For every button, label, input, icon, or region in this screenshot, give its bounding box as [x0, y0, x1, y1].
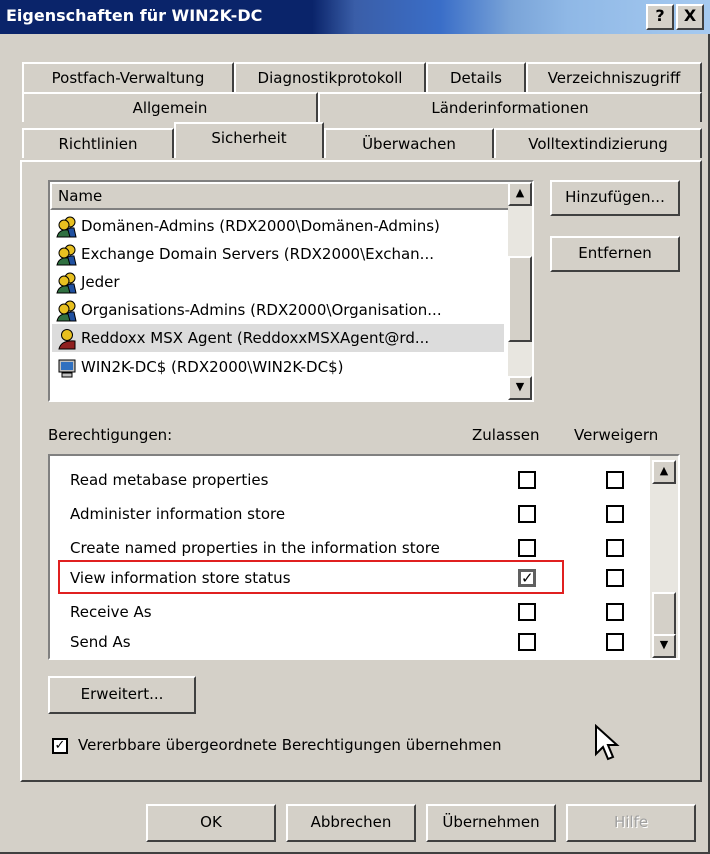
tab-diagnostikprotokoll[interactable]: Diagnostikprotokoll: [234, 62, 426, 92]
tab-allgemein[interactable]: Allgemein: [22, 92, 318, 122]
permission-row: Send As: [70, 630, 131, 654]
permission-label: Create named properties in the informati…: [70, 539, 440, 557]
scrollbar-thumb[interactable]: [652, 592, 676, 636]
permissions-label: Berechtigungen:: [48, 426, 173, 444]
allow-checkbox[interactable]: [518, 471, 536, 489]
tab-postfach-verwaltung[interactable]: Postfach-Verwaltung: [22, 62, 234, 92]
deny-checkbox[interactable]: [606, 539, 624, 557]
mouse-cursor-icon: [595, 724, 620, 761]
list-item[interactable]: Organisations-Admins (RDX2000\Organisati…: [56, 296, 442, 324]
permission-row: Receive As: [70, 600, 152, 624]
permission-label: Send As: [70, 633, 131, 651]
user-icon: [58, 328, 76, 349]
deny-checkbox[interactable]: [606, 633, 624, 651]
deny-checkbox[interactable]: [606, 603, 624, 621]
permission-label: Read metabase properties: [70, 471, 269, 489]
help-title-button[interactable]: ?: [646, 4, 674, 30]
remove-button[interactable]: Entfernen: [550, 236, 680, 272]
apply-button[interactable]: Übernehmen: [426, 804, 556, 842]
close-title-button[interactable]: X: [676, 4, 704, 30]
user-list[interactable]: Name Domänen-Admins (RDX2000\Domänen-Adm…: [48, 180, 534, 402]
permissions-scrollbar[interactable]: ▲ ▼: [650, 456, 678, 658]
scrollbar-thumb[interactable]: [508, 256, 532, 342]
scroll-up-icon[interactable]: ▲: [652, 460, 676, 484]
computer-icon: [58, 359, 76, 377]
deny-checkbox[interactable]: [606, 471, 624, 489]
tab-sicherheit[interactable]: Sicherheit: [174, 122, 324, 158]
permission-label: Administer information store: [70, 505, 286, 523]
user-group-icon: [56, 272, 77, 293]
allow-checkbox[interactable]: [518, 539, 536, 557]
window-title: Eigenschaften für WIN2K-DC: [6, 6, 263, 25]
tab-volltextindizierung[interactable]: Volltextindizierung: [494, 128, 702, 158]
tab-verzeichniszugriff[interactable]: Verzeichniszugriff: [526, 62, 702, 92]
tab-laenderinformationen[interactable]: Länderinformationen: [318, 92, 702, 122]
cancel-button[interactable]: Abbrechen: [286, 804, 416, 842]
inherit-label: Vererbbare übergeordnete Berechtigungen …: [78, 736, 502, 754]
name-column-header[interactable]: Name: [50, 182, 510, 210]
list-item-label: Reddoxx MSX Agent (ReddoxxMSXAgent@rd...: [81, 329, 430, 347]
allow-column-label: Zulassen: [472, 426, 540, 444]
user-list-scrollbar[interactable]: ▲ ▼: [508, 182, 532, 400]
list-item-label: Organisations-Admins (RDX2000\Organisati…: [81, 301, 442, 319]
ok-button[interactable]: OK: [146, 804, 276, 842]
tab-ueberwachen[interactable]: Überwachen: [324, 128, 494, 158]
list-item-label: Exchange Domain Servers (RDX2000\Exchan.…: [81, 245, 434, 263]
add-button[interactable]: Hinzufügen...: [550, 180, 680, 216]
permissions-list[interactable]: Read metabase properties Administer info…: [48, 454, 680, 660]
list-item[interactable]: Jeder: [56, 268, 120, 296]
list-item-label: Jeder: [81, 273, 120, 291]
list-item[interactable]: WIN2K-DC$ (RDX2000\WIN2K-DC$): [56, 356, 343, 378]
permission-row: Create named properties in the informati…: [70, 536, 440, 560]
user-group-icon: [56, 300, 77, 321]
permission-label: Receive As: [70, 603, 152, 621]
help-button[interactable]: Hilfe: [566, 804, 696, 842]
properties-dialog: Eigenschaften für WIN2K-DC ? X Postfach-…: [0, 0, 710, 854]
allow-checkbox[interactable]: [518, 633, 536, 651]
permission-row: Administer information store: [70, 502, 285, 526]
list-item-label: Domänen-Admins (RDX2000\Domänen-Admins): [81, 217, 440, 235]
permission-row: Read metabase properties: [70, 468, 268, 492]
scroll-up-icon[interactable]: ▲: [508, 182, 532, 206]
list-item-label: WIN2K-DC$ (RDX2000\WIN2K-DC$): [81, 358, 344, 376]
allow-checkbox[interactable]: [518, 603, 536, 621]
highlight-box: [58, 560, 564, 594]
user-group-icon: [56, 216, 77, 237]
user-group-icon: [56, 244, 77, 265]
tab-details[interactable]: Details: [426, 62, 526, 92]
list-item-selected[interactable]: Reddoxx MSX Agent (ReddoxxMSXAgent@rd...: [52, 324, 504, 352]
scroll-down-icon[interactable]: ▼: [508, 376, 532, 400]
title-bar[interactable]: Eigenschaften für WIN2K-DC ? X: [0, 0, 710, 34]
scroll-down-icon[interactable]: ▼: [652, 634, 676, 658]
advanced-button[interactable]: Erweitert...: [48, 676, 196, 714]
deny-checkbox[interactable]: [606, 569, 624, 587]
deny-checkbox[interactable]: [606, 505, 624, 523]
list-item[interactable]: Exchange Domain Servers (RDX2000\Exchan.…: [56, 240, 434, 268]
inherit-checkbox[interactable]: ✓: [52, 738, 68, 754]
deny-column-label: Verweigern: [574, 426, 659, 444]
tab-richtlinien[interactable]: Richtlinien: [22, 128, 174, 158]
list-item[interactable]: Domänen-Admins (RDX2000\Domänen-Admins): [56, 212, 440, 240]
allow-checkbox[interactable]: [518, 505, 536, 523]
